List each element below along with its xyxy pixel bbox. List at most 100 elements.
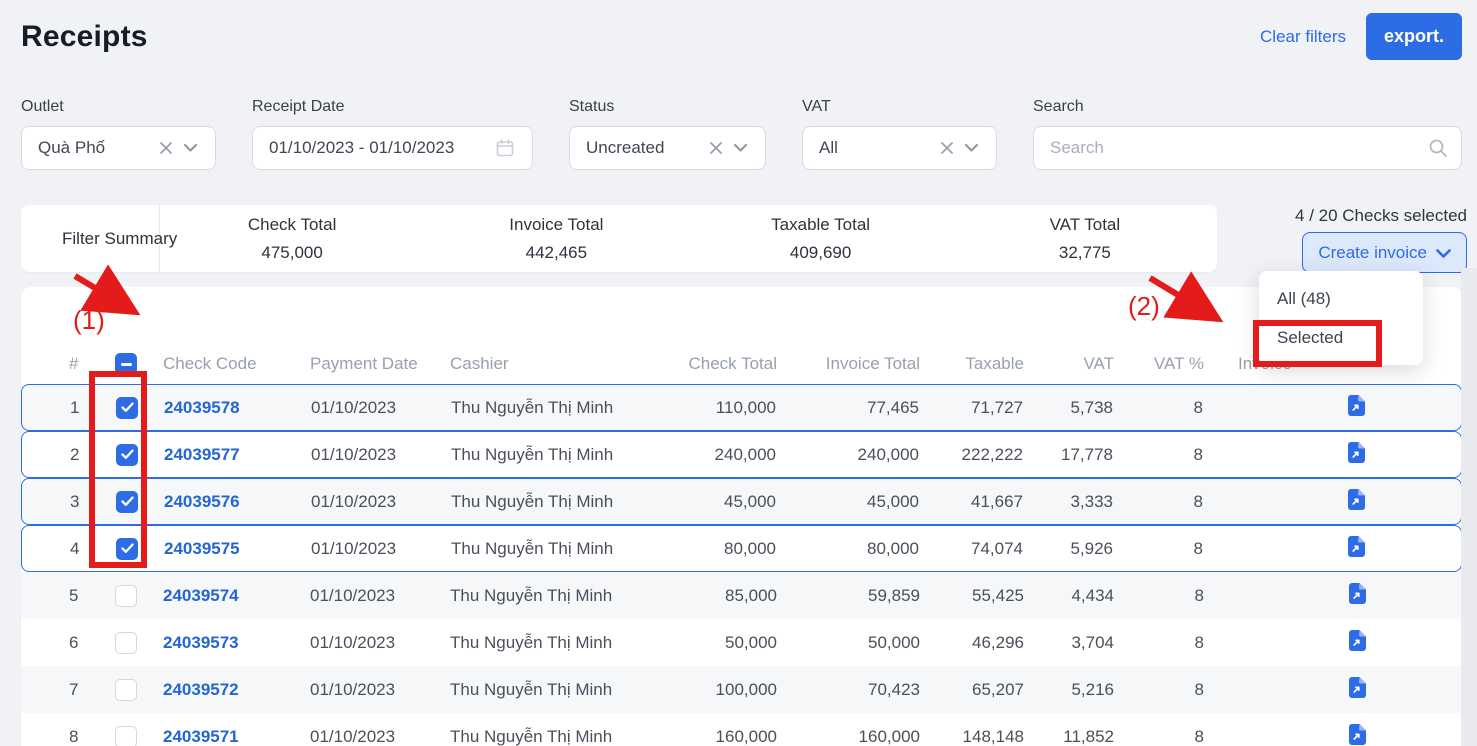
clear-filters-link[interactable]: Clear filters <box>1260 27 1346 47</box>
receipts-page: Receipts Clear filters export. Outlet Qu… <box>0 0 1477 746</box>
vat-select[interactable]: All <box>802 126 997 170</box>
filter-vat: VAT All <box>802 98 997 170</box>
invoice-document-icon[interactable] <box>1349 683 1366 702</box>
invoice-document-icon[interactable] <box>1349 730 1366 746</box>
table-row: 2 24039577 01/10/2023 Thu Nguyễn Thị Min… <box>21 431 1462 478</box>
check-total-cell: 85,000 <box>627 586 777 606</box>
row-checkbox[interactable] <box>116 491 138 513</box>
row-checkbox-cell <box>101 679 151 701</box>
table-row: 8 24039571 01/10/2023 Thu Nguyễn Thị Min… <box>21 713 1462 746</box>
vat-cell: 17,778 <box>1023 445 1113 465</box>
chevron-down-icon <box>1436 243 1451 263</box>
select-all-checkbox[interactable] <box>115 353 137 375</box>
check-code-link[interactable]: 24039571 <box>151 727 289 746</box>
calendar-icon[interactable] <box>490 139 520 157</box>
check-total-cell: 100,000 <box>627 680 777 700</box>
column-taxable[interactable]: Taxable <box>920 354 1024 374</box>
taxable-cell: 71,727 <box>919 398 1023 418</box>
outlet-clear-icon[interactable] <box>154 142 178 154</box>
vat-cell: 5,738 <box>1023 398 1113 418</box>
payment-date: 01/10/2023 <box>290 398 430 418</box>
row-index: 4 <box>22 539 102 559</box>
invoice-total-cell: 77,465 <box>776 398 919 418</box>
invoice-document-icon[interactable] <box>1348 495 1365 514</box>
export-button[interactable]: export. <box>1366 13 1462 60</box>
vat-clear-icon[interactable] <box>935 142 959 154</box>
vat-value: All <box>819 138 935 158</box>
invoice-document-icon[interactable] <box>1348 448 1365 467</box>
vat-cell: 3,333 <box>1023 492 1113 512</box>
column-cashier[interactable]: Cashier <box>429 354 627 374</box>
check-code-link[interactable]: 24039575 <box>152 539 290 559</box>
invoice-total-cell: 240,000 <box>776 445 919 465</box>
vat-pct-cell: 8 <box>1113 492 1237 512</box>
checks-selected-status: 4 / 20 Checks selected <box>1272 206 1467 226</box>
menu-item-all[interactable]: All (48) <box>1259 279 1423 318</box>
cashier-name: Thu Nguyễn Thị Minh <box>430 539 626 559</box>
invoice-document-icon[interactable] <box>1348 401 1365 420</box>
row-checkbox[interactable] <box>115 726 137 746</box>
invoice-cell <box>1237 536 1461 562</box>
invoice-total-cell: 45,000 <box>776 492 919 512</box>
table-body: 1 24039578 01/10/2023 Thu Nguyễn Thị Min… <box>21 384 1462 746</box>
check-code-link[interactable]: 24039576 <box>152 492 290 512</box>
column-vat[interactable]: VAT <box>1024 354 1114 374</box>
filter-bar: Outlet Quà Phố Receipt Date 01/10/2023 -… <box>21 98 1462 170</box>
column-check-code[interactable]: Check Code <box>151 354 289 374</box>
page-title: Receipts <box>21 20 148 54</box>
taxable-cell: 222,222 <box>919 445 1023 465</box>
summary-taxable-total: Taxable Total 409,690 <box>689 205 953 272</box>
filter-search: Search <box>1033 98 1462 170</box>
check-total-cell: 50,000 <box>627 633 777 653</box>
column-vat-pct[interactable]: VAT % <box>1114 354 1238 374</box>
row-checkbox[interactable] <box>115 679 137 701</box>
invoice-document-icon[interactable] <box>1348 542 1365 561</box>
taxable-cell: 46,296 <box>920 633 1024 653</box>
menu-item-selected[interactable]: Selected <box>1259 318 1423 357</box>
filter-summary-title: Filter Summary <box>21 205 160 272</box>
cashier-name: Thu Nguyễn Thị Minh <box>430 492 626 512</box>
invoice-document-icon[interactable] <box>1349 589 1366 608</box>
vat-chevron-down-icon[interactable] <box>959 144 984 152</box>
row-checkbox[interactable] <box>116 538 138 560</box>
create-invoice-button[interactable]: Create invoice <box>1302 232 1467 273</box>
payment-date: 01/10/2023 <box>289 680 429 700</box>
check-code-link[interactable]: 24039578 <box>152 398 290 418</box>
outlet-chevron-down-icon[interactable] <box>178 144 203 152</box>
status-chevron-down-icon[interactable] <box>728 144 753 152</box>
check-code-link[interactable]: 24039573 <box>151 633 289 653</box>
status-clear-icon[interactable] <box>704 142 728 154</box>
page-header: Receipts Clear filters export. <box>0 0 1477 60</box>
vat-label: VAT <box>802 98 997 116</box>
row-checkbox[interactable] <box>116 397 138 419</box>
receipt-date-input[interactable]: 01/10/2023 - 01/10/2023 <box>252 126 533 170</box>
row-checkbox[interactable] <box>115 632 137 654</box>
status-select[interactable]: Uncreated <box>569 126 766 170</box>
column-payment-date[interactable]: Payment Date <box>289 354 429 374</box>
row-index: 6 <box>21 633 101 653</box>
row-checkbox[interactable] <box>116 444 138 466</box>
table-row: 4 24039575 01/10/2023 Thu Nguyễn Thị Min… <box>21 525 1462 572</box>
table-row: 5 24039574 01/10/2023 Thu Nguyễn Thị Min… <box>21 572 1462 619</box>
row-checkbox[interactable] <box>115 585 137 607</box>
taxable-total-value: 409,690 <box>790 243 851 263</box>
receipt-date-value: 01/10/2023 - 01/10/2023 <box>269 138 490 158</box>
invoice-total-cell: 70,423 <box>777 680 920 700</box>
check-code-link[interactable]: 24039572 <box>151 680 289 700</box>
vat-cell: 5,926 <box>1023 539 1113 559</box>
invoice-total-cell: 160,000 <box>777 727 920 746</box>
column-check-total[interactable]: Check Total <box>627 354 777 374</box>
summary-vat-total: VAT Total 32,775 <box>953 205 1217 272</box>
check-code-link[interactable]: 24039574 <box>151 586 289 606</box>
outlet-select[interactable]: Quà Phố <box>21 126 216 170</box>
row-index: 8 <box>21 727 101 746</box>
invoice-document-icon[interactable] <box>1349 636 1366 655</box>
header-actions: Clear filters export. <box>1260 13 1462 60</box>
search-input[interactable] <box>1033 126 1462 170</box>
cashier-name: Thu Nguyễn Thị Minh <box>430 445 626 465</box>
create-invoice-menu: All (48) Selected <box>1259 271 1423 365</box>
column-invoice-total[interactable]: Invoice Total <box>777 354 920 374</box>
check-code-link[interactable]: 24039577 <box>152 445 290 465</box>
table-row: 7 24039572 01/10/2023 Thu Nguyễn Thị Min… <box>21 666 1462 713</box>
table-scrollbar[interactable] <box>1461 268 1477 746</box>
